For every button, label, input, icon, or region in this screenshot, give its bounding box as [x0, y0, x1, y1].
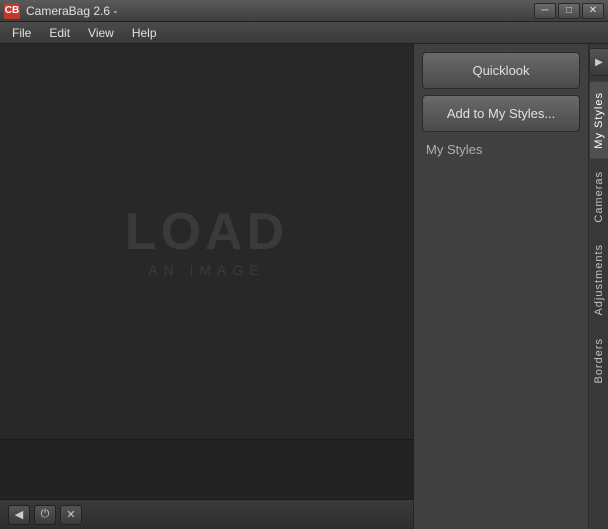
menu-help[interactable]: Help — [124, 24, 165, 42]
title-bar: CB CameraBag 2.6 - ─ □ ✕ — [0, 0, 608, 22]
title-bar-left: CB CameraBag 2.6 - — [4, 3, 117, 19]
close-window-button[interactable]: ✕ — [582, 3, 604, 19]
cameras-tab[interactable]: Cameras — [590, 161, 608, 233]
right-content: Quicklook Add to My Styles... My Styles — [414, 44, 588, 529]
load-sub-text: AN IMAGE — [148, 262, 264, 278]
main-content: LOAD AN IMAGE ◀ ⏻ ✕ Quicklook Add to My … — [0, 44, 608, 529]
add-to-my-styles-button[interactable]: Add to My Styles... — [422, 95, 580, 132]
adjustments-tab[interactable]: Adjustments — [590, 234, 608, 326]
power-button[interactable]: ⏻ — [34, 505, 56, 525]
close-button[interactable]: ✕ — [60, 505, 82, 525]
quicklook-button[interactable]: Quicklook — [422, 52, 580, 89]
filmstrip — [0, 439, 413, 499]
menu-view[interactable]: View — [80, 24, 122, 42]
title-bar-controls: ─ □ ✕ — [534, 3, 604, 19]
app-icon: CB — [4, 3, 20, 19]
side-tabs: ▶ My Styles Cameras Adjustments Borders — [588, 44, 608, 529]
menu-bar: File Edit View Help — [0, 22, 608, 44]
load-main-text: LOAD — [125, 206, 288, 258]
menu-file[interactable]: File — [4, 24, 39, 42]
my-styles-tab[interactable]: My Styles — [590, 82, 608, 159]
right-panel: Quicklook Add to My Styles... My Styles … — [413, 44, 608, 529]
canvas-viewport: LOAD AN IMAGE — [0, 44, 413, 439]
borders-tab[interactable]: Borders — [590, 328, 608, 394]
expand-panel-button[interactable]: ▶ — [589, 48, 608, 76]
canvas-area: LOAD AN IMAGE ◀ ⏻ ✕ — [0, 44, 413, 529]
bottom-toolbar: ◀ ⏻ ✕ — [0, 499, 413, 529]
my-styles-section-label: My Styles — [422, 138, 580, 161]
app-title: CameraBag 2.6 - — [26, 4, 117, 18]
maximize-button[interactable]: □ — [558, 3, 580, 19]
minimize-button[interactable]: ─ — [534, 3, 556, 19]
prev-button[interactable]: ◀ — [8, 505, 30, 525]
load-prompt: LOAD AN IMAGE — [125, 206, 288, 278]
menu-edit[interactable]: Edit — [41, 24, 78, 42]
vertical-tabs: My Styles Cameras Adjustments Borders — [589, 82, 608, 395]
